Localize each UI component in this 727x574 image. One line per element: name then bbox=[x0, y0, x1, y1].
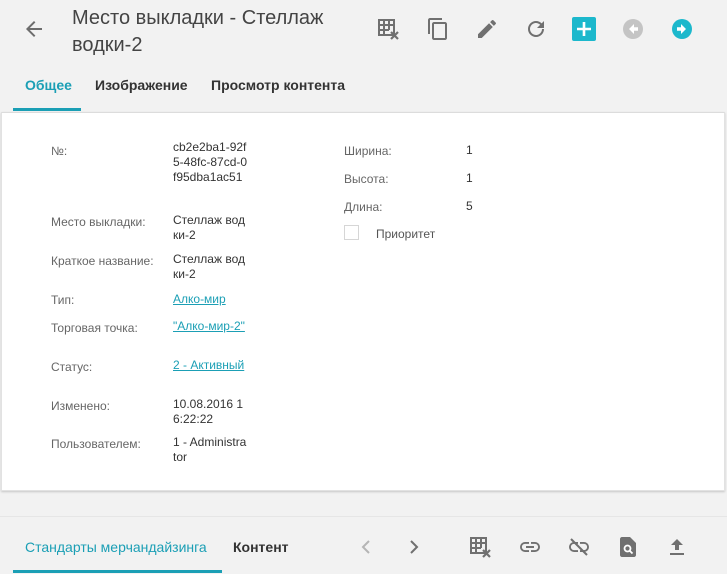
tab-general[interactable]: Общее bbox=[25, 77, 72, 93]
upload-icon[interactable] bbox=[665, 535, 689, 559]
modified-label: Изменено: bbox=[51, 399, 110, 413]
place-value: Стеллаж водки-2 bbox=[173, 213, 245, 242]
user-label: Пользователем: bbox=[51, 437, 141, 451]
chevron-left-icon[interactable] bbox=[354, 535, 378, 559]
prev-record-icon[interactable] bbox=[621, 17, 645, 41]
length-value: 5 bbox=[466, 199, 473, 213]
length-label: Длина: bbox=[344, 200, 383, 214]
unlink-icon[interactable] bbox=[567, 535, 591, 559]
page-title: Место выкладки - Стеллаж водки-2 bbox=[72, 7, 324, 56]
copy-icon[interactable] bbox=[426, 17, 450, 41]
tab-merch-standards[interactable]: Стандарты мерчандайзинга bbox=[25, 539, 207, 555]
table-clear-icon[interactable] bbox=[469, 535, 493, 559]
type-link[interactable]: Алко-мир bbox=[173, 292, 226, 307]
preview-icon[interactable] bbox=[616, 535, 640, 559]
table-clear-icon[interactable] bbox=[377, 17, 401, 41]
modified-value: 10.08.2016 16:22:22 bbox=[173, 397, 244, 426]
status-label: Статус: bbox=[51, 360, 93, 374]
place-label: Место выкладки: bbox=[51, 215, 146, 229]
bottom-panel: Стандарты мерчандайзинга Контент bbox=[0, 516, 727, 574]
short-name-value: Стеллаж водки-2 bbox=[173, 252, 245, 281]
number-label: №: bbox=[51, 144, 68, 158]
short-name-label: Краткое название: bbox=[51, 254, 154, 268]
edit-pencil-icon[interactable] bbox=[475, 17, 499, 41]
tab-content-view[interactable]: Просмотр контента bbox=[211, 77, 345, 93]
height-label: Высота: bbox=[344, 172, 389, 186]
width-value: 1 bbox=[466, 143, 473, 157]
tab-bar: Общее Изображение Просмотр контента bbox=[0, 58, 727, 112]
add-icon[interactable] bbox=[572, 17, 596, 41]
outlet-label: Торговая точка: bbox=[51, 321, 138, 335]
user-value: 1 - Administrator bbox=[173, 435, 247, 464]
tab-content-clip: Контент bbox=[233, 539, 291, 555]
active-tab-indicator bbox=[13, 108, 81, 111]
width-label: Ширина: bbox=[344, 144, 392, 158]
header: Место выкладки - Стеллаж водки-2 bbox=[0, 0, 727, 58]
number-value: cb2e2ba1-92f5-48fc-87cd-0f95dba1ac51 bbox=[173, 140, 248, 184]
status-link[interactable]: 2 - Активный bbox=[173, 358, 245, 373]
type-label: Тип: bbox=[51, 293, 75, 307]
priority-label: Приоритет bbox=[376, 227, 436, 241]
tab-content[interactable]: Контент bbox=[233, 539, 291, 555]
refresh-icon[interactable] bbox=[524, 17, 548, 41]
priority-checkbox[interactable] bbox=[344, 225, 359, 240]
tab-image[interactable]: Изображение bbox=[95, 77, 188, 93]
details-card: №: cb2e2ba1-92f5-48fc-87cd-0f95dba1ac51 … bbox=[1, 112, 725, 491]
link-icon[interactable] bbox=[518, 535, 542, 559]
bottom-active-tab-indicator bbox=[13, 570, 222, 573]
outlet-link[interactable]: "Алко-мир-2" bbox=[173, 319, 245, 334]
chevron-right-icon[interactable] bbox=[402, 535, 426, 559]
arrow-back-icon[interactable] bbox=[22, 17, 46, 41]
height-value: 1 bbox=[466, 171, 473, 185]
next-record-icon[interactable] bbox=[670, 17, 694, 41]
